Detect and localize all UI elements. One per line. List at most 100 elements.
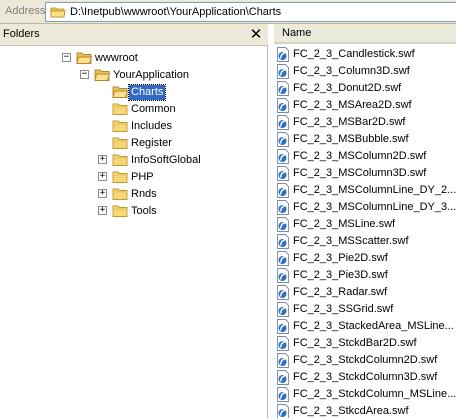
- file-item[interactable]: FC_2_3_StckdColumn_MSLine...: [274, 386, 456, 403]
- expand-toggle[interactable]: +: [98, 172, 107, 181]
- file-name: FC_2_3_StckdColumn2D.swf: [293, 354, 438, 366]
- file-name: FC_2_3_StckdColumn_MSLine...: [293, 388, 456, 400]
- swf-file-icon: [277, 217, 289, 232]
- folder-icon: [112, 205, 128, 217]
- file-item[interactable]: FC_2_3_MSColumnLine_DY_2...: [274, 182, 456, 199]
- swf-file-icon: [277, 387, 289, 402]
- file-name: FC_2_3_StkcdArea.swf: [293, 405, 409, 417]
- file-name: FC_2_3_Column3D.swf: [293, 65, 410, 77]
- swf-file-icon: [277, 353, 289, 368]
- tree-item[interactable]: + Tools: [0, 203, 268, 220]
- folder-open-icon: [112, 86, 128, 98]
- swf-file-icon: [277, 319, 289, 334]
- folders-pane: Folders ✕ − wwwroot − YourApplication Charts…: [0, 24, 268, 418]
- file-name: FC_2_3_Candlestick.swf: [293, 48, 415, 60]
- file-item[interactable]: FC_2_3_Radar.swf: [274, 284, 456, 301]
- file-item[interactable]: FC_2_3_Column3D.swf: [274, 63, 456, 80]
- address-label: Address: [5, 5, 46, 17]
- swf-file-icon: [277, 234, 289, 249]
- file-item[interactable]: FC_2_3_StckdColumn2D.swf: [274, 352, 456, 369]
- file-item[interactable]: FC_2_3_Donut2D.swf: [274, 80, 456, 97]
- file-item[interactable]: FC_2_3_Candlestick.swf: [274, 46, 456, 63]
- file-item[interactable]: FC_2_3_MSColumn3D.swf: [274, 165, 456, 182]
- file-name: FC_2_3_Radar.swf: [293, 286, 388, 298]
- folder-icon: [112, 103, 128, 115]
- file-item[interactable]: FC_2_3_MSBar2D.swf: [274, 114, 456, 131]
- expand-toggle[interactable]: +: [98, 206, 107, 215]
- file-name: FC_2_3_Pie3D.swf: [293, 269, 388, 281]
- swf-file-icon: [277, 98, 289, 113]
- tree-item[interactable]: + PHP: [0, 169, 268, 186]
- tree-item-label: Rnds: [131, 188, 157, 200]
- swf-file-icon: [277, 200, 289, 215]
- swf-file-icon: [277, 183, 289, 198]
- file-name: FC_2_3_Donut2D.swf: [293, 82, 402, 94]
- tree-item[interactable]: Charts: [0, 84, 268, 101]
- file-name: FC_2_3_StckdColumn3D.swf: [293, 371, 438, 383]
- folder-icon: [112, 188, 128, 200]
- file-item[interactable]: FC_2_3_StackedArea_MSLine...: [274, 318, 456, 335]
- tree-item-label: YourApplication: [113, 69, 190, 81]
- tree-item[interactable]: + Rnds: [0, 186, 268, 203]
- tree-item[interactable]: − wwwroot: [0, 50, 268, 67]
- swf-file-icon: [277, 149, 289, 164]
- tree-item-label: InfoSoftGlobal: [131, 154, 201, 166]
- address-field[interactable]: D:\Inetpub\wwwroot\YourApplication\Chart…: [45, 2, 456, 22]
- folders-title: Folders: [3, 28, 40, 40]
- swf-file-icon: [277, 370, 289, 385]
- tree-item[interactable]: Register: [0, 135, 268, 152]
- file-item[interactable]: FC_2_3_StckdBar2D.swf: [274, 335, 456, 352]
- file-name: FC_2_3_Pie2D.swf: [293, 252, 388, 264]
- file-name: FC_2_3_MSColumnLine_DY_2...: [293, 184, 456, 196]
- file-item[interactable]: FC_2_3_Pie2D.swf: [274, 250, 456, 267]
- collapse-toggle[interactable]: −: [80, 70, 89, 79]
- tree-item[interactable]: − YourApplication: [0, 67, 268, 84]
- address-path: D:\Inetpub\wwwroot\YourApplication\Chart…: [70, 6, 282, 18]
- column-header-name[interactable]: Name: [274, 24, 456, 44]
- file-name: FC_2_3_MSColumnLine_DY_3...: [293, 201, 456, 213]
- swf-file-icon: [277, 166, 289, 181]
- close-icon[interactable]: ✕: [247, 25, 265, 43]
- file-name: FC_2_3_MSColumn2D.swf: [293, 150, 427, 162]
- file-name: FC_2_3_MSScatter.swf: [293, 235, 409, 247]
- swf-file-icon: [277, 64, 289, 79]
- folder-icon: [112, 171, 128, 183]
- folder-open-icon: [76, 52, 92, 64]
- file-name: FC_2_3_MSLine.swf: [293, 218, 396, 230]
- column-name-label: Name: [282, 27, 312, 39]
- file-item[interactable]: FC_2_3_MSColumnLine_DY_3...: [274, 199, 456, 216]
- file-item[interactable]: FC_2_3_StkcdArea.swf: [274, 403, 456, 418]
- swf-file-icon: [277, 251, 289, 266]
- file-item[interactable]: FC_2_3_StckdColumn3D.swf: [274, 369, 456, 386]
- folder-icon: [112, 137, 128, 149]
- tree-item-label: Charts: [127, 84, 167, 101]
- file-item[interactable]: FC_2_3_MSLine.swf: [274, 216, 456, 233]
- tree-item-label: PHP: [131, 171, 154, 183]
- file-name: FC_2_3_MSColumn3D.swf: [293, 167, 427, 179]
- file-name: FC_2_3_MSArea2D.swf: [293, 99, 412, 111]
- file-name: FC_2_3_SSGrid.swf: [293, 303, 394, 315]
- tree-item-label: Tools: [131, 205, 157, 217]
- file-name: FC_2_3_StackedArea_MSLine...: [293, 320, 454, 332]
- swf-file-icon: [277, 336, 289, 351]
- file-item[interactable]: FC_2_3_MSScatter.swf: [274, 233, 456, 250]
- expand-toggle[interactable]: +: [98, 189, 107, 198]
- file-item[interactable]: FC_2_3_MSArea2D.swf: [274, 97, 456, 114]
- tree-item[interactable]: Includes: [0, 118, 268, 135]
- file-item[interactable]: FC_2_3_MSBubble.swf: [274, 131, 456, 148]
- file-item[interactable]: FC_2_3_SSGrid.swf: [274, 301, 456, 318]
- expand-toggle[interactable]: +: [98, 155, 107, 164]
- address-bar: Address D:\Inetpub\wwwroot\YourApplicati…: [0, 0, 456, 24]
- file-name: FC_2_3_MSBubble.swf: [293, 133, 409, 145]
- folder-open-icon: [50, 7, 66, 18]
- tree-item[interactable]: Common: [0, 101, 268, 118]
- tree-item[interactable]: + InfoSoftGlobal: [0, 152, 268, 169]
- file-item[interactable]: FC_2_3_Pie3D.swf: [274, 267, 456, 284]
- swf-file-icon: [277, 115, 289, 130]
- swf-file-icon: [277, 47, 289, 62]
- tree-item-label: Includes: [131, 120, 172, 132]
- swf-file-icon: [277, 404, 289, 418]
- collapse-toggle[interactable]: −: [62, 53, 71, 62]
- file-list-pane: Name FC_2_3_Candlestick.swf FC_2_3_Column…: [269, 24, 456, 418]
- file-item[interactable]: FC_2_3_MSColumn2D.swf: [274, 148, 456, 165]
